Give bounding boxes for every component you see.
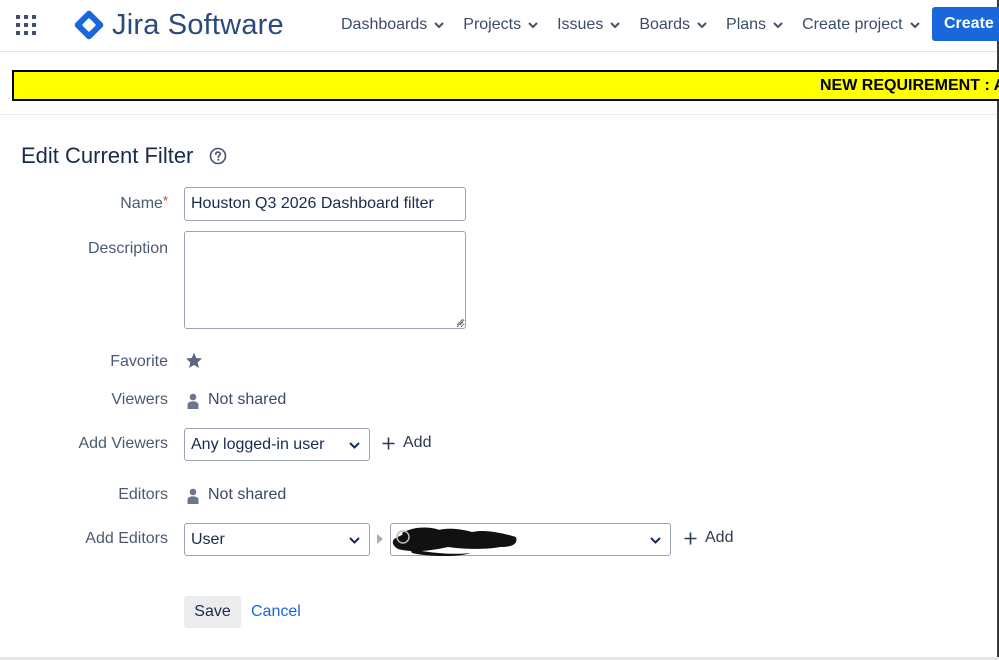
add-editor-button[interactable]: Add — [684, 529, 733, 547]
favorite-label: Favorite — [110, 353, 168, 370]
description-label: Description — [87, 240, 168, 257]
viewers-value: Not shared — [208, 391, 287, 408]
create-button[interactable]: Create — [932, 7, 999, 41]
chevron-down-icon — [349, 442, 360, 449]
add-viewers-selected: Any logged-in user — [191, 435, 325, 453]
plus-icon — [382, 437, 395, 449]
app-switcher-icon[interactable] — [14, 13, 38, 37]
nav-plans[interactable]: Plans — [726, 16, 783, 34]
add-editors-type-select[interactable]: User — [184, 523, 370, 556]
chevron-down-icon — [528, 22, 538, 29]
nav-projects-label: Projects — [463, 16, 522, 33]
nav-create-project-label: Create project — [802, 16, 903, 33]
jira-logo[interactable]: Jira Software — [73, 8, 284, 42]
chevron-down-icon — [434, 22, 444, 29]
product-name: Jira Software — [112, 8, 284, 41]
chevron-down-icon — [650, 537, 661, 544]
cancel-link[interactable]: Cancel — [251, 603, 301, 621]
add-viewers-label: Add Viewers — [78, 435, 168, 452]
main-nav: Dashboards Projects Issues Boards Plans … — [341, 0, 939, 50]
add-viewer-button[interactable]: Add — [382, 434, 431, 452]
nav-issues-label: Issues — [557, 16, 604, 33]
chevron-down-icon — [610, 22, 621, 29]
required-marker: * — [162, 193, 168, 208]
page-title: Edit Current Filter — [21, 143, 194, 168]
add-editor-label: Add — [705, 529, 734, 546]
nav-dashboards-label: Dashboards — [341, 16, 428, 33]
add-editors-label: Add Editors — [85, 530, 168, 547]
nav-dashboards[interactable]: Dashboards — [341, 16, 444, 34]
save-button[interactable]: Save — [184, 596, 241, 628]
jira-logo-icon — [73, 9, 105, 41]
chevron-down-icon — [697, 22, 707, 29]
description-textarea[interactable] — [184, 231, 466, 329]
add-editors-selected: User — [191, 530, 225, 548]
add-viewers-select[interactable]: Any logged-in user — [184, 428, 370, 461]
plus-icon — [684, 532, 697, 544]
help-icon[interactable] — [209, 147, 227, 165]
editors-label: Editors — [118, 486, 168, 503]
nav-issues[interactable]: Issues — [557, 16, 621, 34]
name-label: Name* — [120, 193, 168, 213]
caret-right-icon — [377, 534, 383, 544]
nav-boards-label: Boards — [639, 16, 691, 33]
add-viewer-label: Add — [403, 434, 432, 451]
nav-plans-label: Plans — [726, 16, 767, 33]
chevron-down-icon — [773, 22, 783, 29]
viewers-label: Viewers — [111, 391, 168, 408]
top-navigation: Jira Software Dashboards Projects Issues… — [0, 0, 999, 52]
person-icon — [187, 488, 199, 504]
star-icon[interactable] — [185, 352, 203, 369]
chevron-down-icon — [349, 537, 360, 544]
person-icon — [187, 393, 199, 409]
nav-projects[interactable]: Projects — [463, 16, 538, 34]
announcement-banner: NEW REQUIREMENT : A — [12, 70, 999, 101]
nav-boards[interactable]: Boards — [639, 16, 707, 34]
editors-value: Not shared — [208, 486, 287, 503]
name-input[interactable] — [184, 187, 466, 221]
banner-text: NEW REQUIREMENT : A — [820, 77, 999, 94]
name-label-text: Name — [120, 195, 163, 212]
user-picker-select[interactable] — [390, 523, 671, 556]
chevron-down-icon — [909, 22, 920, 29]
nav-create-project[interactable]: Create project — [802, 16, 920, 34]
banner-divider — [0, 114, 997, 115]
